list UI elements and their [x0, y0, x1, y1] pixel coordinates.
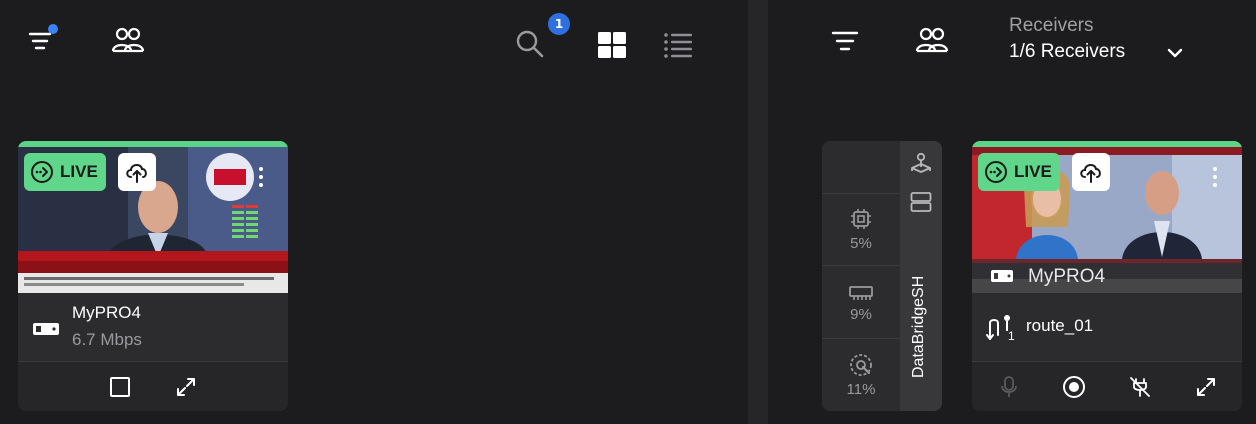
live-status-badge: LIVE — [978, 153, 1060, 191]
disk-icon — [850, 353, 872, 376]
search-count-badge: 1 — [548, 13, 570, 35]
encoder-device-icon — [991, 270, 1013, 282]
sources-panel: 1 LIVE MyPRO4 6.7 Mbps — [0, 0, 748, 424]
live-arrow-icon — [31, 161, 53, 183]
receivers-selector[interactable]: 1/6 Receivers — [1009, 41, 1125, 63]
bitrate-value: 6.7 Mbps — [72, 330, 142, 349]
server-button[interactable] — [909, 189, 933, 215]
route-name: route_01 — [1026, 316, 1094, 335]
live-status-badge: LIVE — [24, 153, 106, 191]
live-arrow-icon — [985, 161, 1007, 183]
microphone-icon — [1001, 376, 1017, 397]
expand-button[interactable] — [1192, 362, 1220, 411]
cloud-upload-icon — [1080, 164, 1101, 183]
video-thumbnail[interactable]: LIVE — [18, 147, 288, 293]
source-card[interactable]: LIVE MyPRO4 6.7 Mbps — [18, 141, 288, 411]
grid-view-icon — [598, 32, 626, 58]
list-view-button[interactable] — [660, 28, 696, 62]
app-root: 1 LIVE MyPRO4 6.7 Mbps Receivers 1/6 Rec… — [0, 0, 1256, 424]
disk-stat: 11% — [822, 338, 900, 411]
device-name: MyPRO4 — [72, 303, 141, 322]
filter-lines-icon — [831, 31, 859, 51]
grid-view-button[interactable] — [594, 28, 630, 62]
cloud-upload-icon — [126, 164, 147, 183]
stop-button[interactable] — [106, 362, 134, 411]
list-view-icon — [664, 33, 692, 58]
filter-active-dot — [48, 24, 58, 34]
disconnect-button[interactable] — [1126, 362, 1154, 411]
device-info: MyPRO4 6.7 Mbps — [18, 299, 288, 355]
cpu-stat: 5% — [822, 193, 900, 265]
video-thumbnail[interactable]: LIVE MyPRO4 — [972, 147, 1242, 293]
filter-button[interactable] — [24, 24, 60, 56]
stop-square-icon — [110, 377, 130, 397]
users-button[interactable] — [108, 24, 148, 56]
receivers-title: Receivers — [1009, 15, 1094, 36]
joystick-button[interactable] — [909, 151, 933, 177]
live-label: LIVE — [1014, 162, 1052, 181]
receivers-dropdown-toggle[interactable] — [1164, 42, 1186, 64]
expand-icon — [1197, 378, 1215, 396]
memory-stat: 9% — [822, 265, 900, 338]
source-overlay: MyPRO4 — [972, 259, 1242, 293]
receivers-filter-button[interactable] — [828, 26, 862, 56]
record-icon — [1063, 376, 1085, 398]
cloud-upload-button[interactable] — [1072, 153, 1110, 191]
memory-value: 9% — [850, 305, 872, 323]
chevron-down-icon — [1167, 48, 1183, 58]
more-options-button[interactable] — [246, 155, 276, 199]
users-icon — [915, 27, 949, 53]
cloud-upload-button[interactable] — [118, 153, 156, 191]
disk-value: 11% — [846, 380, 876, 398]
users-icon — [111, 27, 145, 53]
panel-splitter[interactable] — [748, 0, 768, 424]
more-options-button[interactable] — [1200, 155, 1230, 199]
receiver-source-name: MyPRO4 — [1028, 266, 1106, 287]
receivers-users-button[interactable] — [912, 24, 952, 56]
expand-button[interactable] — [172, 362, 200, 411]
encoder-device-icon — [33, 323, 59, 335]
microphone-button[interactable] — [996, 362, 1022, 411]
search-icon — [516, 30, 544, 58]
route-info: 1 route_01 — [972, 299, 1242, 355]
plug-off-icon — [1130, 377, 1150, 397]
expand-icon — [177, 378, 195, 396]
record-button[interactable] — [1060, 362, 1088, 411]
joystick-icon — [911, 152, 931, 173]
route-index: 1 — [1008, 329, 1015, 343]
search-button[interactable] — [512, 26, 548, 62]
live-label: LIVE — [60, 162, 98, 181]
stats-column: 5% 9% 11% — [822, 141, 900, 411]
card-footer — [972, 361, 1242, 411]
card-footer — [18, 361, 288, 411]
memory-icon — [849, 285, 873, 300]
server-name-label: DataBridgeSH — [910, 275, 927, 378]
server-icon — [910, 192, 932, 212]
receiver-card[interactable]: LIVE MyPRO4 1 route_01 — [972, 141, 1242, 411]
cpu-chip-icon — [851, 209, 871, 229]
cpu-value: 5% — [850, 235, 872, 252]
